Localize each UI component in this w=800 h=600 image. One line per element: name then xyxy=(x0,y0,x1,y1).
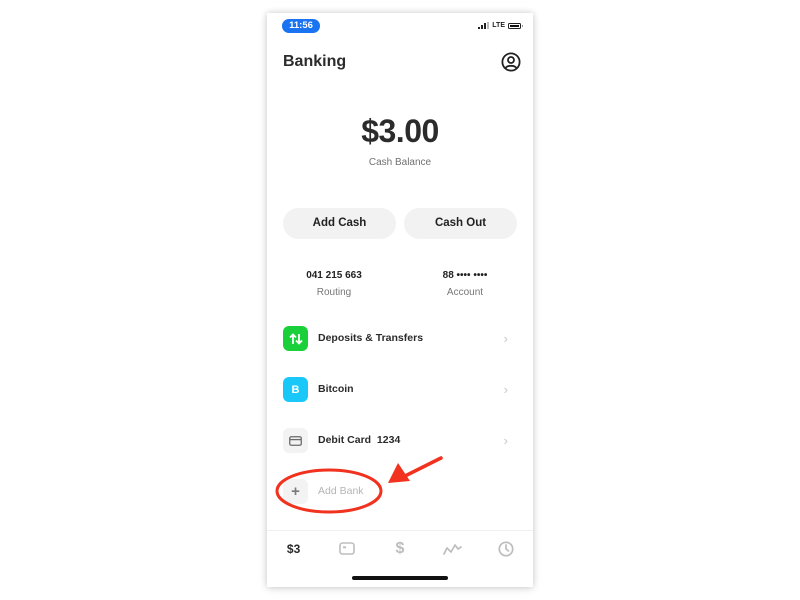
tab-pay[interactable]: $ xyxy=(373,531,426,566)
routing-info[interactable]: 041 215 663 Routing xyxy=(279,270,389,298)
status-time: 11:56 xyxy=(282,19,320,33)
plus-icon: + xyxy=(283,479,308,504)
account-info[interactable]: 88 •••• •••• Account xyxy=(410,270,520,298)
account-label: Account xyxy=(446,287,484,298)
chevron-right-icon: › xyxy=(503,382,508,397)
bitcoin-icon: B xyxy=(283,377,308,402)
status-bar: 11:56 LTE xyxy=(267,13,533,39)
card-icon xyxy=(283,428,308,453)
list-item-add-bank[interactable]: + Add Bank xyxy=(267,472,533,512)
list-item-label: Deposits & Transfers xyxy=(318,332,424,344)
routing-number: 041 215 663 xyxy=(306,270,362,281)
add-cash-button[interactable]: Add Cash xyxy=(283,208,396,239)
cash-out-button[interactable]: Cash Out xyxy=(404,208,517,239)
tab-card[interactable] xyxy=(320,531,373,566)
battery-icon xyxy=(508,22,523,29)
cash-balance-amount: $3.00 xyxy=(361,113,439,149)
network-type: LTE xyxy=(492,22,505,29)
list-item-deposits-transfers[interactable]: Deposits & Transfers › xyxy=(267,319,533,359)
dollar-tab-icon: $ xyxy=(395,539,405,557)
signal-icon xyxy=(478,22,490,29)
list-item-bitcoin[interactable]: B Bitcoin › xyxy=(267,370,533,410)
home-indicator xyxy=(352,576,448,580)
status-indicators: LTE xyxy=(478,22,523,29)
routing-label: Routing xyxy=(316,287,352,298)
arrows-up-down-icon xyxy=(283,326,308,351)
list-item-label: Bitcoin xyxy=(318,383,354,395)
account-number: 88 •••• •••• xyxy=(442,270,488,281)
list-item-label: Add Bank xyxy=(318,485,364,497)
chevron-right-icon: › xyxy=(503,433,508,448)
activity-clock-icon xyxy=(498,540,514,557)
tab-cash[interactable]: $3 xyxy=(267,531,320,566)
page-title: Banking xyxy=(283,53,347,70)
phone-screen: 11:56 LTE Banking $3.00 Cash Balance Add… xyxy=(267,13,533,587)
list-item-debit-card[interactable]: Debit Card 1234 › xyxy=(267,421,533,461)
chevron-right-icon: › xyxy=(503,331,508,346)
list-item-label: Debit Card 1234 xyxy=(318,434,401,446)
tab-activity[interactable] xyxy=(480,531,533,566)
card-tab-icon xyxy=(338,542,355,555)
tab-investing[interactable] xyxy=(427,531,480,566)
investing-tab-icon xyxy=(443,543,463,555)
profile-icon[interactable] xyxy=(501,52,521,72)
tab-cash-label: $3 xyxy=(286,541,301,556)
tab-bar: $3 $ xyxy=(267,530,533,566)
cash-balance-label: Cash Balance xyxy=(368,157,432,168)
